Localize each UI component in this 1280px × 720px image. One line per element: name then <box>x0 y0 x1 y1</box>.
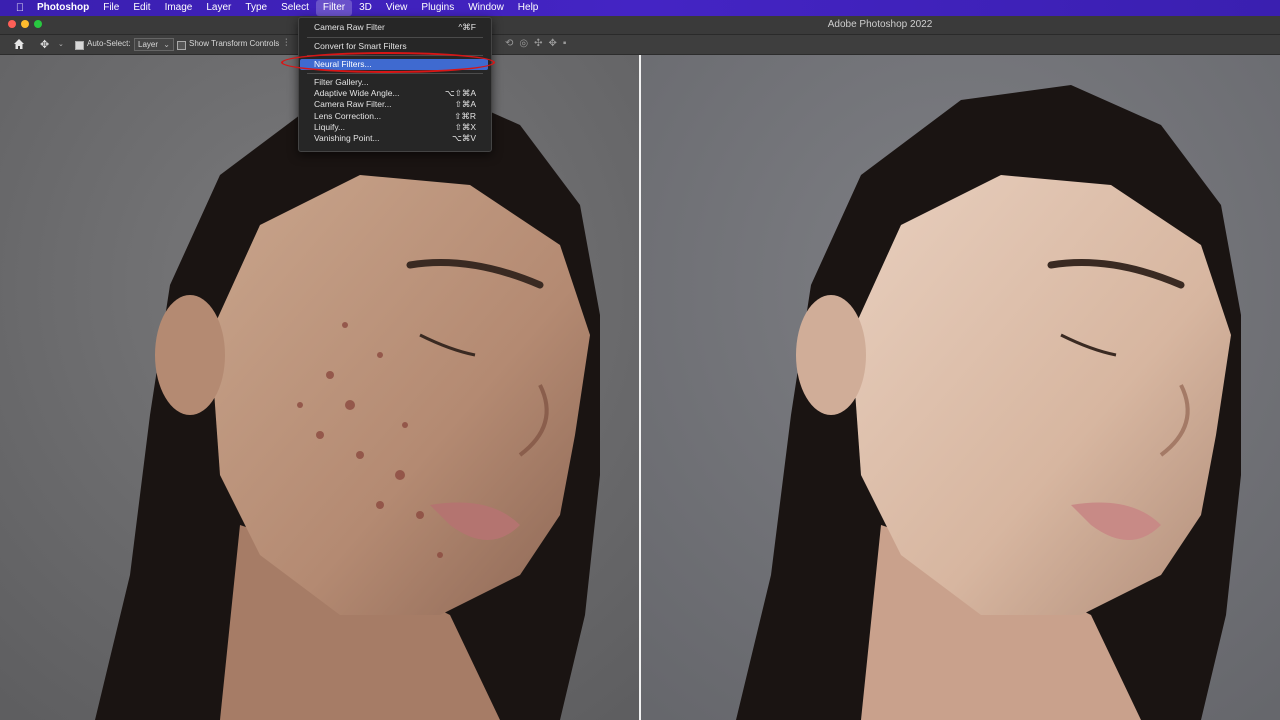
macos-menu-bar:  Photoshop File Edit Image Layer Type S… <box>0 0 1280 16</box>
after-image-canvas[interactable] <box>641 55 1280 720</box>
chevron-down-icon[interactable]: ⌄ <box>58 40 64 48</box>
menu-view[interactable]: View <box>379 0 415 16</box>
apple-logo-icon[interactable]:  <box>10 2 30 14</box>
menu-image[interactable]: Image <box>158 0 200 16</box>
menu-3d[interactable]: 3D <box>352 0 379 16</box>
menu-item-label: Adaptive Wide Angle... <box>314 88 400 98</box>
home-icon[interactable] <box>13 38 25 50</box>
annotation-ring <box>281 52 495 73</box>
menu-item-vanishing-point[interactable]: Vanishing Point... ⌥⌘V <box>300 133 488 144</box>
menu-item-shortcut: ⌥⇧⌘A <box>444 88 476 98</box>
menu-item-shortcut: ^⌘F <box>458 22 476 32</box>
zoom-window-button[interactable] <box>34 20 42 28</box>
menu-item-label: Convert for Smart Filters <box>314 41 407 51</box>
show-transform-controls-checkbox[interactable] <box>177 41 186 50</box>
3d-pan-icon[interactable]: ✣ <box>534 38 542 49</box>
before-image-canvas[interactable] <box>0 55 639 720</box>
3d-mode-tools: ⟲ ◎ ✣ ✥ ▪ <box>505 38 566 49</box>
menu-help[interactable]: Help <box>511 0 546 16</box>
menu-item-shortcut: ⇧⌘X <box>454 122 476 132</box>
3d-scale-icon[interactable]: ▪ <box>563 38 567 49</box>
menu-item-adaptive-wide-angle[interactable]: Adaptive Wide Angle... ⌥⇧⌘A <box>300 88 488 99</box>
menu-separator <box>307 73 483 74</box>
minimize-window-button[interactable] <box>21 20 29 28</box>
menu-item-label: Camera Raw Filter <box>314 22 385 32</box>
auto-select-dropdown[interactable]: Layer ⌄ <box>134 38 174 51</box>
menu-item-convert-smart-filters[interactable]: Convert for Smart Filters <box>300 41 488 52</box>
menu-plugins[interactable]: Plugins <box>414 0 461 16</box>
menu-item-shortcut: ⇧⌘A <box>454 99 476 109</box>
filter-dropdown-menu: Camera Raw Filter ^⌘F Convert for Smart … <box>298 17 492 152</box>
menu-item-camera-raw-filter[interactable]: Camera Raw Filter... ⇧⌘A <box>300 99 488 110</box>
menu-file[interactable]: File <box>96 0 126 16</box>
window-title: Adobe Photoshop 2022 <box>827 19 933 30</box>
menu-photoshop[interactable]: Photoshop <box>30 0 96 16</box>
menu-filter[interactable]: Filter <box>315 0 353 16</box>
auto-select-checkbox[interactable] <box>75 41 84 50</box>
menu-item-lens-correction[interactable]: Lens Correction... ⇧⌘R <box>300 111 488 122</box>
menu-item-shortcut: ⇧⌘R <box>454 111 476 121</box>
menu-item-label: Lens Correction... <box>314 111 382 121</box>
auto-select-label: Auto-Select: <box>87 39 131 48</box>
auto-select-value: Layer <box>138 40 159 49</box>
before-portrait-image <box>0 55 639 720</box>
menu-window[interactable]: Window <box>461 0 511 16</box>
menu-layer[interactable]: Layer <box>199 0 238 16</box>
menu-item-shortcut: ⌥⌘V <box>452 133 476 143</box>
menu-select[interactable]: Select <box>274 0 316 16</box>
align-icon[interactable]: ⫶ <box>285 38 288 49</box>
show-transform-controls-label: Show Transform Controls <box>189 39 280 48</box>
menu-type[interactable]: Type <box>238 0 274 16</box>
after-portrait-image <box>641 55 1280 720</box>
window-title-bar: Adobe Photoshop 2022 <box>0 16 1280 35</box>
3d-orbit-icon[interactable]: ⟲ <box>505 38 513 49</box>
menu-edit[interactable]: Edit <box>126 0 157 16</box>
3d-roll-icon[interactable]: ◎ <box>519 38 528 49</box>
options-bar: ✥ ⌄ Auto-Select: Layer ⌄ Show Transform … <box>0 35 1280 55</box>
menu-item-camera-raw-filter-last[interactable]: Camera Raw Filter ^⌘F <box>300 22 488 33</box>
menu-item-label: Liquify... <box>314 122 346 132</box>
close-window-button[interactable] <box>8 20 16 28</box>
menu-item-filter-gallery[interactable]: Filter Gallery... <box>300 77 488 88</box>
chevron-down-icon: ⌄ <box>163 40 170 49</box>
3d-slide-icon[interactable]: ✥ <box>549 38 557 49</box>
menu-item-liquify[interactable]: Liquify... ⇧⌘X <box>300 122 488 133</box>
move-tool-icon[interactable]: ✥ <box>40 38 49 51</box>
menu-item-label: Vanishing Point... <box>314 133 380 143</box>
menu-item-label: Filter Gallery... <box>314 77 369 87</box>
menu-separator <box>307 37 483 38</box>
menu-item-label: Camera Raw Filter... <box>314 99 392 109</box>
